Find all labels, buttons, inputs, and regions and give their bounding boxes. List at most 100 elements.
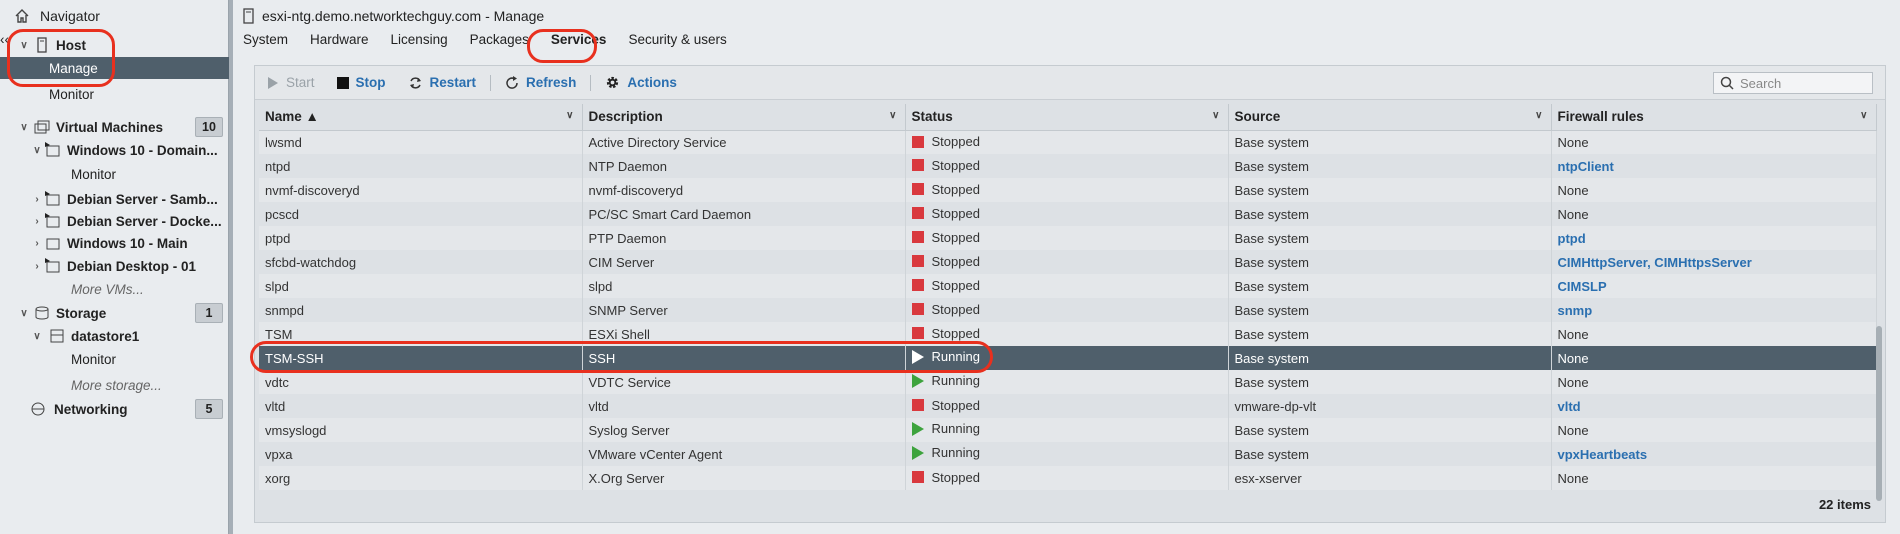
table-row[interactable]: vmsyslogd Syslog Server Running Base system… bbox=[259, 418, 1877, 442]
cell-firewall[interactable]: ntpClient bbox=[1551, 154, 1877, 178]
cell-firewall[interactable]: ptpd bbox=[1551, 226, 1877, 250]
table-row[interactable]: snmpd SNMP Server Stopped Base system snmp bbox=[259, 298, 1877, 322]
item-count: 22 items bbox=[1818, 497, 1871, 512]
table-row[interactable]: vltd vltd Stopped vmware-dp-vlt vltd bbox=[259, 394, 1877, 418]
nav-virtual-machines[interactable]: ∨ Virtual Machines 10 bbox=[18, 116, 229, 138]
cell-source: Base system bbox=[1228, 250, 1552, 274]
nav-datastore[interactable]: ∨ datastore1 bbox=[31, 325, 139, 347]
cell-source: esx-xserver bbox=[1228, 466, 1552, 490]
cell-name: vpxa bbox=[259, 442, 583, 466]
cell-status: Stopped bbox=[905, 466, 1229, 490]
cell-firewall[interactable]: vltd bbox=[1551, 394, 1877, 418]
nav-ds-monitor[interactable]: Monitor bbox=[71, 348, 116, 370]
storage-count-badge: 1 bbox=[195, 303, 223, 323]
column-header-description[interactable]: Description ∨ bbox=[582, 104, 906, 131]
chevron-right-icon[interactable]: › bbox=[31, 216, 43, 227]
cell-source: vmware-dp-vlt bbox=[1228, 394, 1552, 418]
table-row[interactable]: ntpd NTP Daemon Stopped Base system ntpClien… bbox=[259, 154, 1877, 178]
chevron-right-icon[interactable]: › bbox=[31, 238, 43, 249]
stopped-icon bbox=[911, 279, 924, 292]
chevron-down-icon[interactable]: ∨ bbox=[31, 145, 43, 156]
cell-description: Active Directory Service bbox=[582, 130, 906, 154]
collapse-icon[interactable]: ‹‹ bbox=[0, 32, 9, 47]
chevron-down-icon[interactable]: ∨ bbox=[1860, 110, 1867, 121]
table-row[interactable]: TSM ESXi Shell Stopped Base system None bbox=[259, 322, 1877, 346]
tab-hardware[interactable]: Hardware bbox=[310, 32, 369, 47]
table-row[interactable]: vpxa VMware vCenter Agent Running Base syst… bbox=[259, 442, 1877, 466]
chevron-down-icon[interactable]: ∨ bbox=[566, 110, 573, 121]
vm-icon bbox=[45, 142, 60, 157]
cell-firewall[interactable]: vpxHeartbeats bbox=[1551, 442, 1877, 466]
chevron-down-icon[interactable]: ∨ bbox=[1212, 110, 1219, 121]
cell-source: Base system bbox=[1228, 154, 1552, 178]
table-row[interactable]: vdtc VDTC Service Running Base system None bbox=[259, 370, 1877, 394]
table-row[interactable]: TSM-SSH SSH Running Base system None bbox=[259, 346, 1877, 370]
column-header-status[interactable]: Status ∨ bbox=[905, 104, 1229, 131]
cell-name: lwsmd bbox=[259, 130, 583, 154]
tab-bar: System Hardware Licensing Packages Servi… bbox=[233, 32, 1900, 54]
cell-name: TSM bbox=[259, 322, 583, 346]
cell-status: Stopped bbox=[905, 322, 1229, 346]
table-row[interactable]: xorg X.Org Server Stopped esx-xserver None bbox=[259, 466, 1877, 490]
table-row[interactable]: nvmf-discoveryd nvmf-discoveryd Stopped Bas… bbox=[259, 178, 1877, 202]
table-row[interactable]: slpd slpd Stopped Base system CIMSLP bbox=[259, 274, 1877, 298]
restart-button[interactable]: Restart bbox=[408, 75, 476, 90]
nav-vm-item[interactable]: ∨ Windows 10 - Domain... bbox=[31, 139, 218, 161]
cell-status: Stopped bbox=[905, 226, 1229, 250]
cell-name: nvmf-discoveryd bbox=[259, 178, 583, 202]
nav-vm-monitor[interactable]: Monitor bbox=[71, 163, 116, 185]
stop-button[interactable]: Stop bbox=[336, 75, 386, 90]
nav-vm-item[interactable]: › Windows 10 - Main bbox=[31, 232, 187, 254]
nav-more-storage[interactable]: More storage... bbox=[71, 374, 162, 396]
tab-packages[interactable]: Packages bbox=[470, 32, 529, 47]
cell-firewall[interactable]: snmp bbox=[1551, 298, 1877, 322]
stopped-icon bbox=[911, 135, 924, 148]
cell-firewall[interactable]: CIMHttpServer, CIMHttpsServer bbox=[1551, 250, 1877, 274]
nav-more-vms[interactable]: More VMs... bbox=[71, 278, 144, 300]
column-header-source[interactable]: Source ∨ bbox=[1228, 104, 1552, 131]
chevron-down-icon[interactable]: ∨ bbox=[18, 308, 30, 319]
gear-icon bbox=[607, 76, 619, 89]
start-button[interactable]: Start bbox=[267, 75, 315, 90]
stopped-icon bbox=[911, 255, 924, 268]
chevron-right-icon[interactable]: › bbox=[31, 261, 43, 272]
cell-firewall[interactable]: CIMSLP bbox=[1551, 274, 1877, 298]
restart-icon bbox=[409, 76, 421, 89]
actions-button[interactable]: Actions bbox=[605, 75, 677, 90]
chevron-right-icon[interactable]: › bbox=[31, 194, 43, 205]
nav-vm-item[interactable]: › Debian Server - Docke... bbox=[31, 210, 222, 232]
chevron-down-icon[interactable]: ∨ bbox=[889, 110, 896, 121]
nav-vm-item[interactable]: › Debian Server - Samb... bbox=[31, 188, 218, 210]
table-row[interactable]: ptpd PTP Daemon Stopped Base system ptpd bbox=[259, 226, 1877, 250]
table-row[interactable]: pcscd PC/SC Smart Card Daemon Stopped Base … bbox=[259, 202, 1877, 226]
table-row[interactable]: sfcbd-watchdog CIM Server Stopped Base syst… bbox=[259, 250, 1877, 274]
nav-networking[interactable]: Networking 5 bbox=[30, 398, 229, 420]
column-header-firewall[interactable]: Firewall rules ∨ bbox=[1551, 104, 1877, 131]
cell-description: Syslog Server bbox=[582, 418, 906, 442]
nav-host[interactable]: ∨ Host bbox=[18, 34, 86, 56]
search-input[interactable]: Search bbox=[1713, 72, 1873, 94]
cell-firewall: None bbox=[1551, 466, 1877, 490]
vm-icon bbox=[45, 213, 60, 228]
stopped-icon bbox=[911, 183, 924, 196]
nav-manage[interactable]: Manage bbox=[0, 57, 229, 79]
nav-vm-item[interactable]: › Debian Desktop - 01 bbox=[31, 255, 196, 277]
storage-icon bbox=[35, 306, 49, 320]
tab-system[interactable]: System bbox=[243, 32, 288, 47]
table-row[interactable]: lwsmd Active Directory Service Stopped Base… bbox=[259, 130, 1877, 154]
chevron-down-icon[interactable]: ∨ bbox=[31, 331, 43, 342]
tab-security-users[interactable]: Security & users bbox=[628, 32, 726, 47]
cell-description: VDTC Service bbox=[582, 370, 906, 394]
tab-licensing[interactable]: Licensing bbox=[391, 32, 448, 47]
chevron-down-icon[interactable]: ∨ bbox=[18, 122, 30, 133]
tab-services[interactable]: Services bbox=[551, 32, 607, 47]
refresh-button[interactable]: Refresh bbox=[505, 75, 576, 90]
nav-host-monitor[interactable]: Monitor bbox=[49, 83, 94, 105]
chevron-down-icon[interactable]: ∨ bbox=[18, 40, 30, 51]
cell-status: Stopped bbox=[905, 130, 1229, 154]
services-panel: Start Stop Restart Refresh Actions Searc… bbox=[254, 65, 1886, 523]
column-header-name[interactable]: Name ▲ ∨ bbox=[259, 104, 583, 131]
chevron-down-icon[interactable]: ∨ bbox=[1535, 110, 1542, 121]
scrollbar[interactable] bbox=[1876, 326, 1882, 501]
nav-storage[interactable]: ∨ Storage 1 bbox=[18, 302, 229, 324]
